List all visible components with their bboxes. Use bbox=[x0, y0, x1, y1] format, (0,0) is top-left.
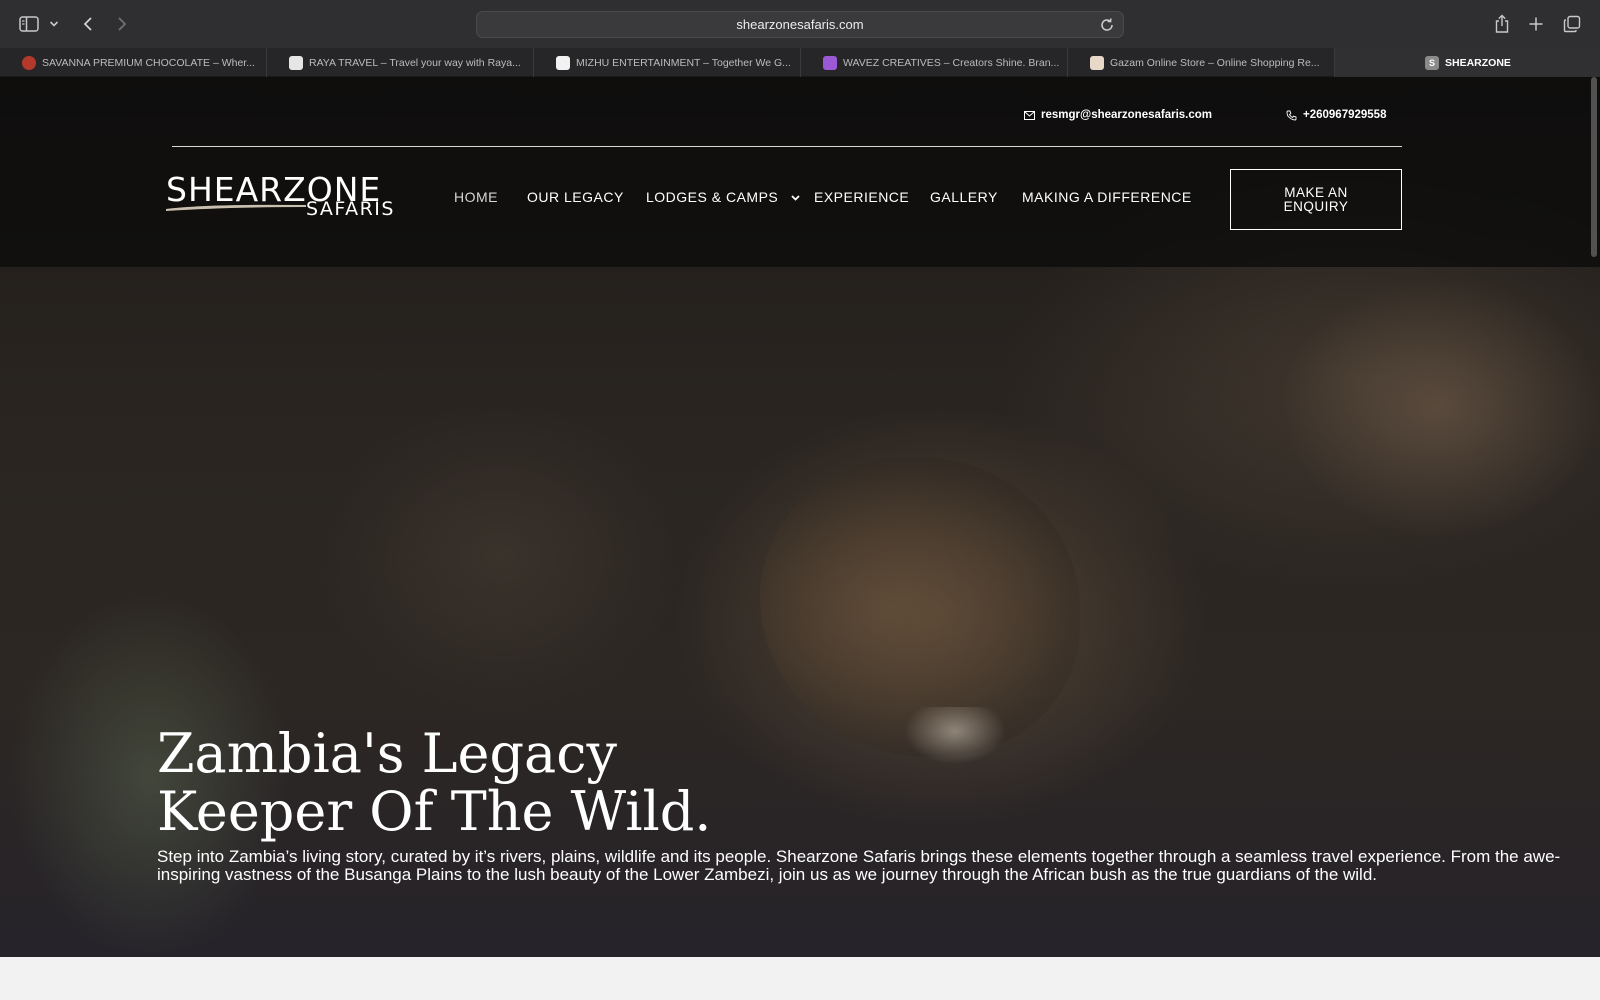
email-text[interactable]: resmgr@shearzonesafaris.com bbox=[1041, 109, 1212, 121]
tab-label: SHEARZONE bbox=[1445, 56, 1511, 69]
header-phone[interactable]: +260967929558 bbox=[1286, 105, 1386, 125]
enquiry-label: MAKE AN ENQUIRY bbox=[1283, 184, 1349, 214]
browser-toolbar: shearzonesafaris.com bbox=[0, 0, 1600, 48]
tab-label: SAVANNA PREMIUM CHOCOLATE – Wher... bbox=[42, 56, 255, 69]
tab-raya[interactable]: RAYA TRAVEL – Travel your way with Raya.… bbox=[267, 48, 534, 77]
hero-title-line2: Keeper Of The Wild. bbox=[157, 780, 712, 843]
nav-lodges-label: LODGES & CAMPS bbox=[646, 189, 779, 205]
hero-title: Zambia's Legacy Keeper Of The Wild. bbox=[157, 725, 957, 841]
tab-shearzone[interactable]: S SHEARZONE bbox=[1335, 48, 1600, 77]
hero-description: Step into Zambia’s living story, curated… bbox=[157, 847, 1561, 884]
next-section bbox=[0, 957, 1600, 1000]
tab-wavez[interactable]: WAVEZ CREATIVES – Creators Shine. Bran..… bbox=[801, 48, 1068, 77]
hero-section: resmgr@shearzonesafaris.com +26096792955… bbox=[0, 77, 1600, 957]
raya-favicon-icon bbox=[289, 55, 303, 70]
shearzone-favicon-icon: S bbox=[1425, 55, 1439, 70]
hero-title-line1: Zambia's Legacy bbox=[157, 722, 618, 785]
nav-home[interactable]: HOME bbox=[454, 187, 498, 207]
nav-making-a-difference[interactable]: MAKING A DIFFERENCE bbox=[1022, 187, 1192, 207]
nav-lodges-camps[interactable]: LODGES & CAMPS bbox=[646, 187, 800, 207]
web-page: resmgr@shearzonesafaris.com +26096792955… bbox=[0, 77, 1600, 1000]
tab-label: Gazam Online Store – Online Shopping Re.… bbox=[1110, 56, 1320, 69]
chevron-down-icon bbox=[791, 195, 800, 202]
logo-brush-stroke bbox=[166, 204, 306, 211]
tab-label: MIZHU ENTERTAINMENT – Together We G... bbox=[576, 56, 791, 69]
nav-gallery[interactable]: GALLERY bbox=[930, 187, 998, 207]
tab-savanna[interactable]: SAVANNA PREMIUM CHOCOLATE – Wher... bbox=[0, 48, 267, 77]
header-email[interactable]: resmgr@shearzonesafaris.com bbox=[1024, 105, 1212, 125]
tab-label: RAYA TRAVEL – Travel your way with Raya.… bbox=[309, 56, 521, 69]
tab-mizhu[interactable]: MIZHU ENTERTAINMENT – Together We G... bbox=[534, 48, 801, 77]
reload-icon[interactable] bbox=[1099, 17, 1115, 33]
mail-icon bbox=[1024, 110, 1035, 120]
browser-window: shearzonesafaris.com SAVANNA PREMIUM CHO… bbox=[0, 0, 1600, 1000]
savanna-favicon-icon bbox=[22, 55, 36, 70]
site-logo[interactable]: SHEARZONE SAFARIS bbox=[166, 173, 396, 223]
tab-overview-icon[interactable] bbox=[1560, 12, 1584, 36]
hero-background-image bbox=[1280, 277, 1600, 537]
url-text[interactable]: shearzonesafaris.com bbox=[477, 12, 1123, 37]
back-arrow-icon[interactable] bbox=[78, 12, 98, 36]
header-divider bbox=[172, 146, 1402, 147]
chevron-down-icon[interactable] bbox=[48, 12, 60, 36]
phone-text[interactable]: +260967929558 bbox=[1303, 109, 1386, 121]
sidebar-toggle-icon[interactable] bbox=[18, 12, 40, 36]
plus-icon[interactable] bbox=[1524, 12, 1548, 36]
tab-label: WAVEZ CREATIVES – Creators Shine. Bran..… bbox=[843, 56, 1060, 69]
logo-sub-text: SAFARIS bbox=[306, 198, 395, 220]
mizhu-favicon-icon bbox=[556, 55, 570, 70]
share-icon[interactable] bbox=[1490, 12, 1514, 36]
phone-icon bbox=[1286, 110, 1297, 120]
forward-arrow-icon[interactable] bbox=[112, 12, 132, 36]
tab-bar: SAVANNA PREMIUM CHOCOLATE – Wher... RAYA… bbox=[0, 48, 1600, 77]
gazam-favicon-icon bbox=[1090, 55, 1104, 70]
address-bar[interactable]: shearzonesafaris.com bbox=[476, 11, 1124, 38]
nav-experience[interactable]: EXPERIENCE bbox=[814, 187, 909, 207]
nav-our-legacy[interactable]: OUR LEGACY bbox=[527, 187, 624, 207]
make-an-enquiry-button[interactable]: MAKE AN ENQUIRY bbox=[1230, 169, 1402, 230]
wavez-favicon-icon bbox=[823, 55, 837, 70]
page-scrollbar[interactable] bbox=[1591, 77, 1597, 257]
tab-gazam[interactable]: Gazam Online Store – Online Shopping Re.… bbox=[1068, 48, 1335, 77]
